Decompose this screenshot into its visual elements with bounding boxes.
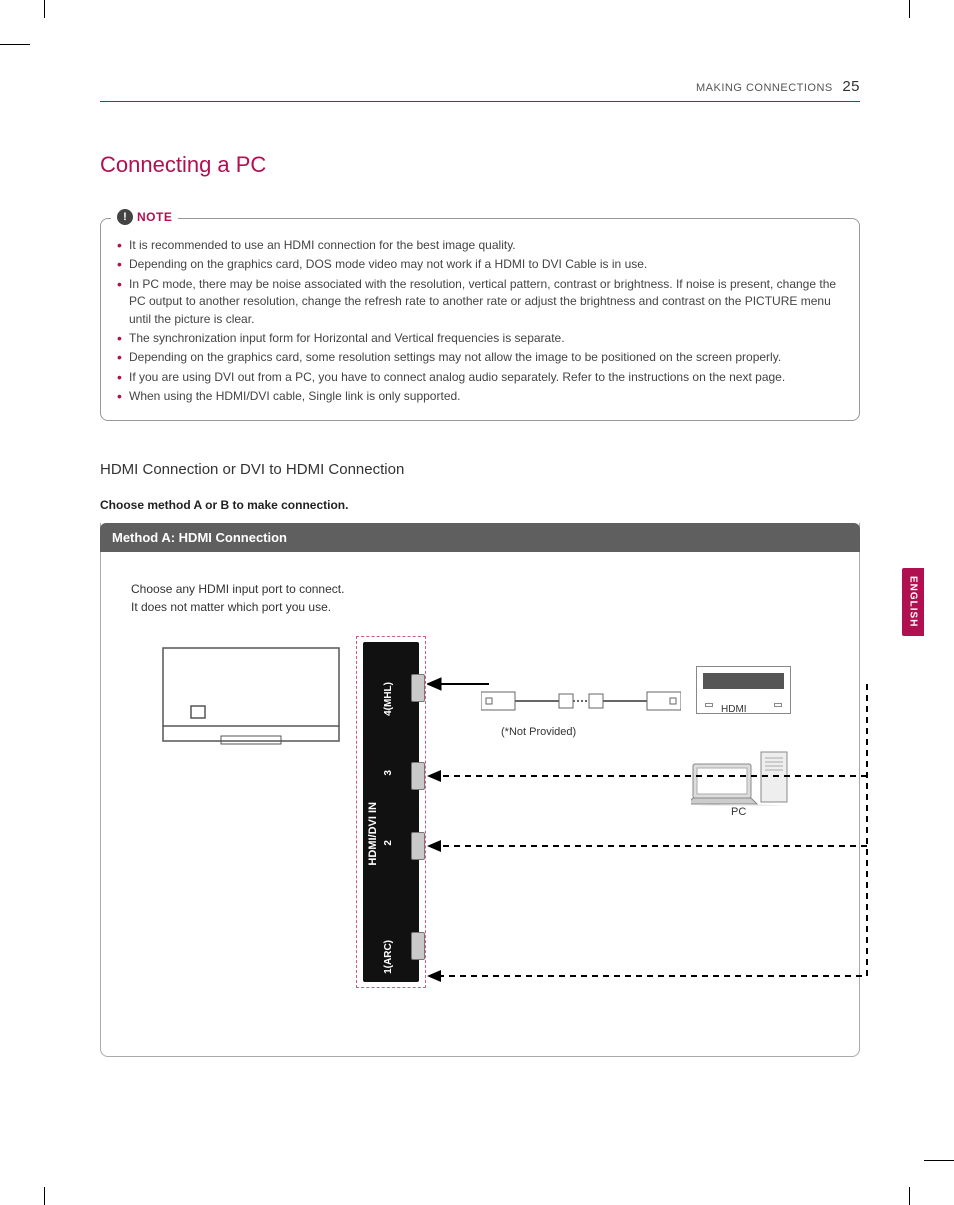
note-tab: ! NOTE (111, 209, 178, 225)
port-4-label: 4(MHL) (383, 682, 394, 716)
crop-mark (44, 0, 45, 18)
tv-icon (161, 646, 341, 746)
port-2-label: 2 (383, 840, 394, 846)
note-list: It is recommended to use an HDMI connect… (115, 237, 845, 406)
port-main-label: HDMI/DVI IN (367, 802, 379, 866)
hdmi-port-2 (411, 832, 425, 860)
method-box: Method A: HDMI Connection Choose any HDM… (100, 523, 860, 1057)
hdmi-port-4 (411, 674, 425, 702)
connection-diagram: HDMI/DVI IN 4(MHL) 3 2 1(ARC) (131, 636, 831, 1006)
note-item: Depending on the graphics card, some res… (115, 349, 845, 366)
crop-mark (909, 0, 910, 18)
crop-mark (924, 1160, 954, 1161)
method-body: Choose any HDMI input port to connect. I… (101, 552, 859, 1026)
section-name: MAKING CONNECTIONS (696, 82, 833, 94)
hdmi-port-1 (411, 932, 425, 960)
note-item: The synchronization input form for Horiz… (115, 330, 845, 347)
method-text: Choose any HDMI input port to connect. I… (131, 580, 829, 616)
note-box: ! NOTE It is recommended to use an HDMI … (100, 218, 860, 421)
info-icon: ! (117, 209, 133, 225)
note-item: In PC mode, there may be noise associate… (115, 276, 845, 328)
page-title: Connecting a PC (100, 152, 860, 178)
port-1-label: 1(ARC) (383, 940, 394, 974)
hdmi-port-strip: HDMI/DVI IN 4(MHL) 3 2 1(ARC) (363, 642, 419, 982)
hdmi-port-3 (411, 762, 425, 790)
page-number: 25 (842, 78, 860, 95)
note-item: When using the HDMI/DVI cable, Single li… (115, 388, 845, 405)
method-line2: It does not matter which port you use. (131, 600, 331, 614)
port-3-label: 3 (383, 770, 394, 776)
language-tab: ENGLISH (902, 568, 924, 636)
note-label: NOTE (137, 210, 172, 224)
subsection-title: HDMI Connection or DVI to HDMI Connectio… (100, 461, 860, 478)
note-item: It is recommended to use an HDMI connect… (115, 237, 845, 254)
note-item: If you are using DVI out from a PC, you … (115, 369, 845, 386)
method-line1: Choose any HDMI input port to connect. (131, 582, 344, 596)
crop-mark (0, 44, 30, 45)
dashed-routing-lines (427, 676, 877, 986)
instruction-text: Choose method A or B to make connection. (100, 498, 860, 512)
page-content: MAKING CONNECTIONS 25 Connecting a PC ! … (100, 78, 860, 1057)
running-header: MAKING CONNECTIONS 25 (100, 78, 860, 102)
crop-mark (909, 1187, 910, 1205)
crop-mark (44, 1187, 45, 1205)
note-item: Depending on the graphics card, DOS mode… (115, 256, 845, 273)
method-header: Method A: HDMI Connection (100, 523, 860, 552)
